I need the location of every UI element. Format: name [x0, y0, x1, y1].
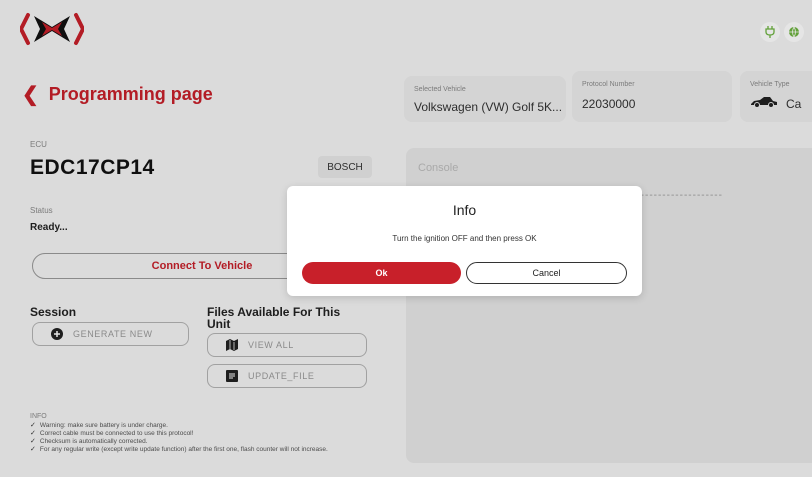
dialog-title: Info	[452, 202, 477, 218]
ok-button[interactable]: Ok	[302, 262, 461, 284]
cancel-button[interactable]: Cancel	[466, 262, 627, 284]
dialog-message: Turn the ignition OFF and then press OK	[392, 234, 537, 243]
info-dialog: Info Turn the ignition OFF and then pres…	[287, 186, 642, 296]
